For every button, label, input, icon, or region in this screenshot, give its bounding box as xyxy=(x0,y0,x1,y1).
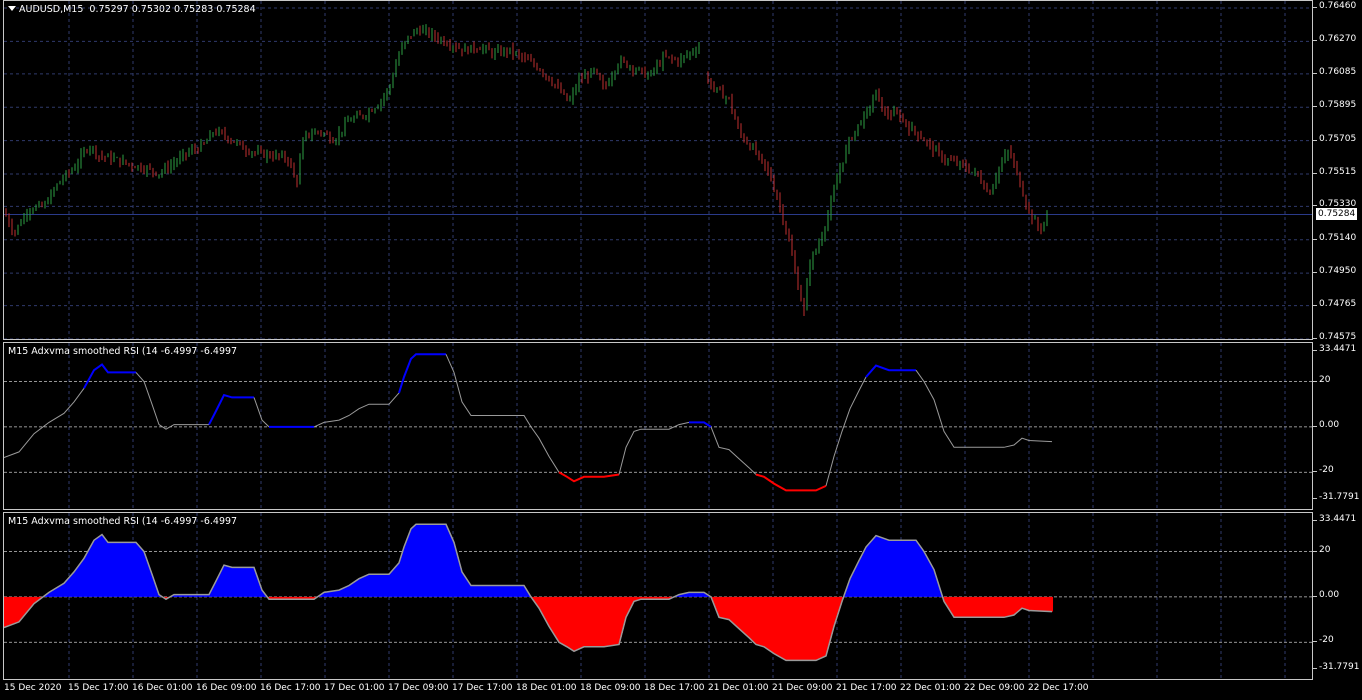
y-tick-label: 0.75705 xyxy=(1312,133,1357,144)
x-tick-label: 21 Dec 09:00 xyxy=(772,683,833,693)
y-tick-label: -20 xyxy=(1313,635,1334,646)
price-axis: 0.76460 0.76270 0.76085 0.75895 0.75705 0.755… xyxy=(1312,0,1362,342)
y-tick-label: 0.74950 xyxy=(1312,266,1357,277)
x-tick-label: 21 Dec 01:00 xyxy=(708,683,769,693)
x-tick-label: 22 Dec 01:00 xyxy=(900,683,961,693)
rsi-histogram-panel[interactable]: M15 Adxvma smoothed RSI (14 -6.4997 -6.4… xyxy=(3,512,1313,680)
x-tick-label: 15 Dec 2020 xyxy=(4,683,62,693)
rsi-line-segment xyxy=(825,376,867,487)
rsi-line-panel[interactable]: M15 Adxvma smoothed RSI (14 -6.4997 -6.4… xyxy=(3,342,1313,510)
rsi-histogram-axis: 33.4471 20 0.00 -20 -31.7791 xyxy=(1312,512,1362,680)
y-tick-label: 0.74765 xyxy=(1312,298,1357,309)
indicator-title-2: M15 Adxvma smoothed RSI (14 -6.4997 -6.4… xyxy=(8,516,238,527)
y-tick-label: 33.4471 xyxy=(1312,344,1357,354)
rsi-line-segment xyxy=(208,393,254,426)
x-tick-label: 18 Dec 09:00 xyxy=(580,683,641,693)
rsi-line-segment xyxy=(445,354,560,473)
y-tick-label: 0.75515 xyxy=(1312,166,1357,177)
rsi-line-canvas xyxy=(4,343,1312,509)
rsi-line-segment xyxy=(689,421,712,428)
symbol-label: AUDUSD,M15 xyxy=(19,4,84,15)
rsi-line-segment xyxy=(4,388,85,458)
y-tick-label: 20 xyxy=(1312,544,1331,555)
price-chart-canvas xyxy=(4,1,1312,339)
x-tick-label: 17 Dec 01:00 xyxy=(324,683,385,693)
y-tick-label: 20 xyxy=(1312,374,1331,385)
y-tick-label: 0.76460 xyxy=(1312,1,1357,11)
rsi-line-segment xyxy=(558,471,620,483)
y-tick-label: 0.00 xyxy=(1312,589,1340,600)
rsi-line-axis: 33.4471 20 0.00 -20 -31.7791 xyxy=(1312,342,1362,510)
y-tick-label: 0.00 xyxy=(1312,419,1340,430)
time-axis: 15 Dec 2020 15 Dec 17:00 16 Dec 01:00 16 De… xyxy=(0,680,1362,700)
y-tick-label: -31.7791 xyxy=(1312,662,1360,672)
x-tick-label: 16 Dec 01:00 xyxy=(132,683,193,693)
x-tick-label: 18 Dec 17:00 xyxy=(644,683,705,693)
y-tick-label: 33.4471 xyxy=(1312,514,1357,524)
dropdown-triangle-icon[interactable] xyxy=(8,6,16,11)
x-tick-label: 18 Dec 01:00 xyxy=(516,683,577,693)
rsi-line-segment xyxy=(755,473,827,492)
x-tick-label: 21 Dec 17:00 xyxy=(836,683,897,693)
rsi-line-segment xyxy=(135,372,209,430)
y-tick-label: -20 xyxy=(1313,465,1334,476)
rsi-line-segment xyxy=(618,421,690,475)
y-tick-label: -31.7791 xyxy=(1312,492,1360,502)
x-tick-label: 17 Dec 17:00 xyxy=(452,683,513,693)
rsi-line-segment xyxy=(398,353,446,394)
y-tick-label: 0.76085 xyxy=(1312,66,1357,77)
x-tick-label: 22 Dec 09:00 xyxy=(964,683,1025,693)
y-tick-label: 0.76270 xyxy=(1312,34,1357,45)
x-tick-label: 16 Dec 17:00 xyxy=(260,683,321,693)
rsi-line-segment xyxy=(313,392,400,428)
price-chart-panel[interactable]: AUDUSD,M15 0.75297 0.75302 0.75283 0.752… xyxy=(3,0,1313,340)
y-tick-label: 0.75895 xyxy=(1312,100,1357,111)
x-tick-label: 17 Dec 09:00 xyxy=(388,683,449,693)
chart-header: AUDUSD,M15 0.75297 0.75302 0.75283 0.752… xyxy=(8,4,256,15)
rsi-line-segment xyxy=(710,426,757,475)
x-tick-label: 15 Dec 17:00 xyxy=(68,683,129,693)
indicator-title: M15 Adxvma smoothed RSI (14 -6.4997 -6.4… xyxy=(8,346,238,357)
y-tick-label: 0.75140 xyxy=(1312,232,1357,243)
rsi-histogram-canvas xyxy=(4,513,1312,679)
rsi-line-segment xyxy=(865,364,916,378)
current-price-tag: 0.75284 xyxy=(1316,207,1358,220)
rsi-line-segment xyxy=(83,363,136,389)
y-tick-label: 0.74575 xyxy=(1312,332,1357,342)
ohlc-values: 0.75297 0.75302 0.75283 0.75284 xyxy=(89,4,256,15)
x-tick-label: 22 Dec 17:00 xyxy=(1028,683,1089,693)
x-tick-label: 16 Dec 09:00 xyxy=(196,683,257,693)
